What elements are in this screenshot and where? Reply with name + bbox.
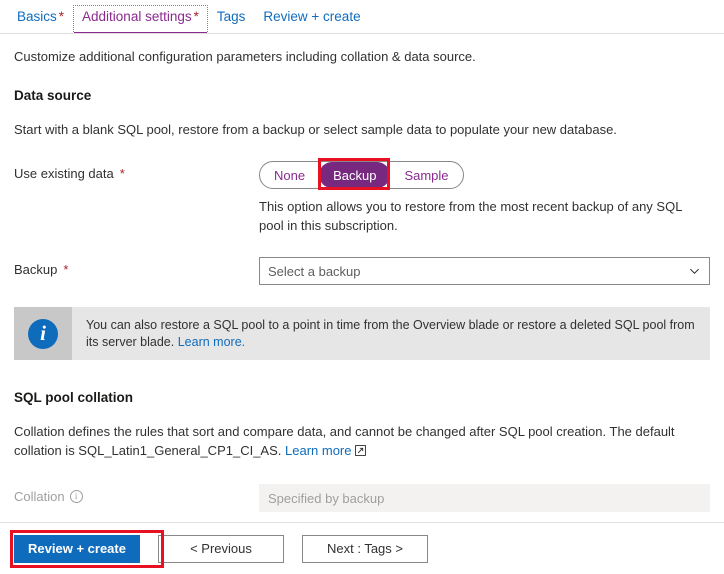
backup-field: Select a backup (259, 257, 710, 285)
tab-additional-settings-label: Additional settings (82, 9, 192, 24)
option-backup[interactable]: Backup (319, 162, 391, 188)
backup-select-value: Select a backup (268, 263, 361, 279)
backup-select[interactable]: Select a backup (259, 257, 710, 285)
collation-learn-more-link[interactable]: Learn more (285, 443, 351, 458)
review-create-button[interactable]: Review + create (14, 534, 140, 563)
collation-input: Specified by backup (259, 484, 710, 512)
collation-label: Collation (14, 489, 65, 504)
collation-input-value: Specified by backup (268, 490, 385, 506)
use-existing-data-helper-text: This option allows you to restore from t… (259, 199, 682, 233)
tab-tags-label: Tags (216, 9, 246, 24)
option-sample[interactable]: Sample (390, 162, 462, 188)
info-circle-icon: i (28, 318, 58, 349)
tab-tags[interactable]: Tags (208, 5, 255, 34)
tab-bar-divider (0, 33, 724, 34)
info-tooltip-icon[interactable]: i (69, 490, 83, 503)
next-tags-button[interactable]: Next : Tags > (302, 534, 428, 563)
sql-pool-collation-description: Collation defines the rules that sort an… (14, 422, 679, 460)
backup-row: Backup * Select a backup (14, 257, 710, 285)
tab-basics-label: Basics (17, 9, 57, 24)
info-banner-text-cell: You can also restore a SQL pool to a poi… (72, 307, 710, 360)
tab-basics-required: * (58, 9, 65, 24)
use-existing-data-field: None Backup Sample This option allows yo… (259, 158, 710, 235)
use-existing-data-choice-group: None Backup Sample (259, 161, 464, 189)
collation-label-cell: Collation i (14, 484, 259, 504)
tab-additional-settings[interactable]: Additional settings * (73, 5, 208, 34)
use-existing-data-row: Use existing data * None Backup Sample Th… (14, 158, 710, 235)
collation-row: Collation i Specified by backup (14, 484, 710, 512)
wizard-tab-bar: Basics * Additional settings * Tags Review… (0, 0, 724, 34)
review-create-button-wrap: Review + create (10, 529, 164, 568)
use-existing-data-label-cell: Use existing data * (14, 161, 259, 181)
use-existing-data-choice-wrap: None Backup Sample (259, 158, 464, 190)
tab-review-create-label: Review + create (263, 9, 361, 24)
tab-basics[interactable]: Basics * (8, 5, 73, 34)
form-body: Customize additional configuration param… (0, 48, 724, 512)
info-banner-icon-cell: i (14, 307, 72, 360)
chevron-down-icon (690, 268, 699, 275)
previous-button[interactable]: < Previous (158, 534, 284, 563)
data-source-description: Start with a blank SQL pool, restore fro… (14, 122, 617, 137)
page-description: Customize additional configuration param… (14, 49, 476, 64)
sql-pool-collation-heading: SQL pool collation (14, 390, 134, 405)
tab-review-create[interactable]: Review + create (254, 5, 369, 34)
backup-label: Backup (14, 262, 58, 277)
info-banner: i You can also restore a SQL pool to a p… (14, 307, 710, 360)
external-link-icon (354, 445, 366, 456)
data-source-heading: Data source (14, 88, 92, 103)
tab-additional-settings-required: * (193, 9, 199, 24)
option-none[interactable]: None (260, 162, 319, 188)
collation-field: Specified by backup (259, 484, 710, 512)
backup-required: * (63, 262, 69, 277)
info-banner-text: You can also restore a SQL pool to a poi… (86, 317, 696, 351)
wizard-footer: Review + create < Previous Next : Tags > (0, 522, 724, 574)
use-existing-data-label: Use existing data (14, 166, 114, 181)
info-banner-learn-more-link[interactable]: Learn more. (178, 335, 245, 349)
use-existing-data-required: * (119, 166, 125, 181)
backup-label-cell: Backup * (14, 257, 259, 277)
